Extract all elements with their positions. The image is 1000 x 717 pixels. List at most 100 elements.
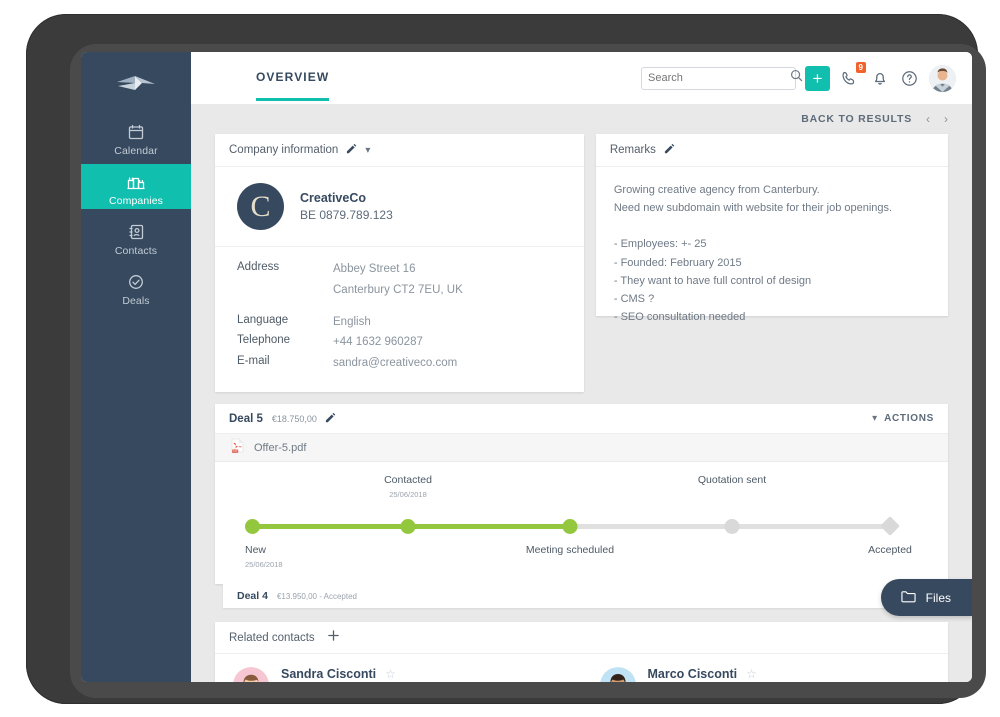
remarks-card-header: Remarks (595, 134, 948, 167)
step-node[interactable] (880, 516, 900, 536)
company-logo: C (237, 183, 284, 230)
step-node[interactable] (562, 519, 578, 535)
step-node[interactable] (245, 519, 260, 535)
edit-pencil-icon[interactable] (664, 141, 675, 159)
company-fields: Address Abbey Street 16 Canterbury CT2 7… (215, 247, 584, 392)
next-record-icon[interactable]: › (944, 112, 948, 126)
edit-pencil-icon[interactable] (325, 410, 336, 428)
avatar[interactable] (929, 64, 956, 92)
related-contacts-card: Related contacts Sandra Cisconti ☆ Marco… (215, 622, 948, 682)
step-label: Quotation sent (697, 474, 767, 487)
field-value: sandra@creativeco.com (333, 357, 458, 370)
help-icon[interactable] (899, 68, 920, 89)
sidebar-item-companies[interactable]: Companies (81, 164, 191, 209)
sidebar-item-label: Calendar (114, 145, 158, 157)
favorite-star-icon[interactable]: ☆ (746, 667, 757, 681)
company-name: CreativeCo (300, 191, 366, 205)
files-button[interactable]: Files (880, 579, 972, 616)
search-input[interactable] (648, 72, 790, 84)
add-button[interactable]: + (805, 65, 830, 91)
search-icon (790, 69, 803, 87)
edit-pencil-icon[interactable] (346, 141, 357, 159)
top-bar: OVERVIEW + 9 (191, 52, 972, 104)
remarks-body: Growing creative agency from Canterbury.… (596, 167, 948, 340)
step-date: 25/06/2018 (389, 490, 427, 500)
field-telephone: Telephone +44 1632 960287 (237, 334, 562, 352)
contact-head: Marco Cisconti ☆ (648, 667, 757, 681)
field-language: Language English (237, 314, 562, 332)
pdf-file-name: Offer-5.pdf (254, 441, 307, 454)
sidebar-item-calendar[interactable]: Calendar (81, 114, 191, 159)
dart-logo-icon (81, 52, 191, 114)
card-title: Remarks (609, 144, 656, 156)
contacts-list: Sandra Cisconti ☆ CEO sandra@creativeco.… (215, 654, 948, 682)
sidebar: Calendar Companies Contacts Deals (81, 52, 191, 682)
top-row: Company information ▾ C CreativeCo BE 08… (191, 134, 972, 393)
remarks-card: Remarks Growing creative agency from Can… (595, 134, 948, 323)
device-frame: Calendar Companies Contacts Deals OVERVI… (26, 14, 986, 704)
deal-title: Deal 5 (229, 412, 263, 425)
app-screen: Calendar Companies Contacts Deals OVERVI… (81, 52, 972, 682)
field-address: Address Abbey Street 16 (237, 261, 562, 279)
topbar-actions: + 9 (641, 61, 956, 92)
contact-card-marco[interactable]: Marco Cisconti ☆ Recruiter marco@creativ… (582, 654, 949, 682)
files-label: Files (925, 590, 951, 605)
company-vat-number: BE 0879.789.123 (300, 208, 393, 222)
back-to-results-link[interactable]: BACK TO RESULTS (801, 113, 912, 125)
contact-card-sandra[interactable]: Sandra Cisconti ☆ CEO sandra@creativeco.… (215, 654, 582, 682)
prev-record-icon[interactable]: ‹ (926, 112, 930, 126)
favorite-star-icon[interactable]: ☆ (385, 667, 396, 681)
deal-file-row[interactable]: PDF Offer-5.pdf (215, 434, 948, 463)
folder-icon (901, 590, 916, 606)
phone-icon[interactable]: 9 (839, 61, 866, 89)
field-email: E-mail sandra@creativeco.com (237, 355, 562, 373)
step-label: Contacted (384, 474, 432, 487)
step-label: Meeting scheduled (525, 544, 615, 557)
contact-head: Sandra Cisconti ☆ (281, 667, 396, 681)
field-value: Canterbury CT2 7EU, UK (333, 283, 463, 296)
contact-avatar (599, 667, 636, 682)
sidebar-item-label: Deals (122, 295, 150, 307)
deal-header: Deal 5 €18.750,00 ▾ ACTIONS (215, 404, 948, 435)
step-node[interactable] (400, 519, 416, 535)
sidebar-item-label: Contacts (114, 245, 158, 257)
remarks-line: - They want to have full control of desi… (613, 274, 812, 287)
pdf-icon: PDF (231, 438, 244, 458)
company-identity: C CreativeCo BE 0879.789.123 (215, 167, 584, 247)
remarks-line (614, 217, 930, 235)
remarks-line: - Employees: +- 25 (613, 238, 707, 251)
sidebar-item-deals[interactable]: Deals (81, 264, 191, 309)
bell-icon[interactable] (869, 68, 890, 89)
sidebar-item-contacts[interactable]: Contacts (81, 214, 191, 259)
call-badge: 9 (855, 61, 866, 74)
sidebar-item-label: Companies (108, 195, 163, 207)
field-value: Abbey Street 16 (333, 263, 416, 275)
calendar-icon (128, 123, 144, 140)
companies-icon (127, 173, 145, 190)
card-title: Related contacts (229, 631, 315, 644)
chevron-down-icon: ▾ (872, 413, 878, 425)
field-address-line2: Canterbury CT2 7EU, UK (237, 282, 562, 300)
content-area: BACK TO RESULTS ‹ › Company information … (191, 104, 972, 682)
deals-icon (128, 273, 144, 290)
field-label: Telephone (237, 334, 291, 347)
step-node[interactable] (724, 519, 740, 535)
deal-amount: €18.750,00 (271, 413, 317, 424)
deal-actions-button[interactable]: ▾ ACTIONS (872, 413, 934, 424)
deal-card: Deal 5 €18.750,00 ▾ ACTIONS PDF Offer-5.… (215, 404, 948, 585)
chevron-down-icon[interactable]: ▾ (365, 145, 370, 156)
actions-label: ACTIONS (884, 413, 934, 425)
remarks-line: - Founded: February 2015 (613, 256, 742, 269)
search-box[interactable] (641, 66, 803, 90)
svg-text:PDF: PDF (233, 449, 239, 453)
remarks-line: Growing creative agency from Canterbury. (613, 184, 820, 196)
tab-overview[interactable]: OVERVIEW (256, 70, 330, 101)
deal-4-title: Deal 4 (237, 590, 268, 603)
deal-4-row[interactable]: Deal 4 €13.950,00 - Accepted (223, 584, 940, 609)
step-label: New (245, 544, 267, 557)
field-label: E-mail (237, 355, 270, 368)
card-title: Company information (229, 144, 339, 156)
step-label: Accepted (868, 544, 912, 557)
plus-icon[interactable] (327, 629, 340, 647)
